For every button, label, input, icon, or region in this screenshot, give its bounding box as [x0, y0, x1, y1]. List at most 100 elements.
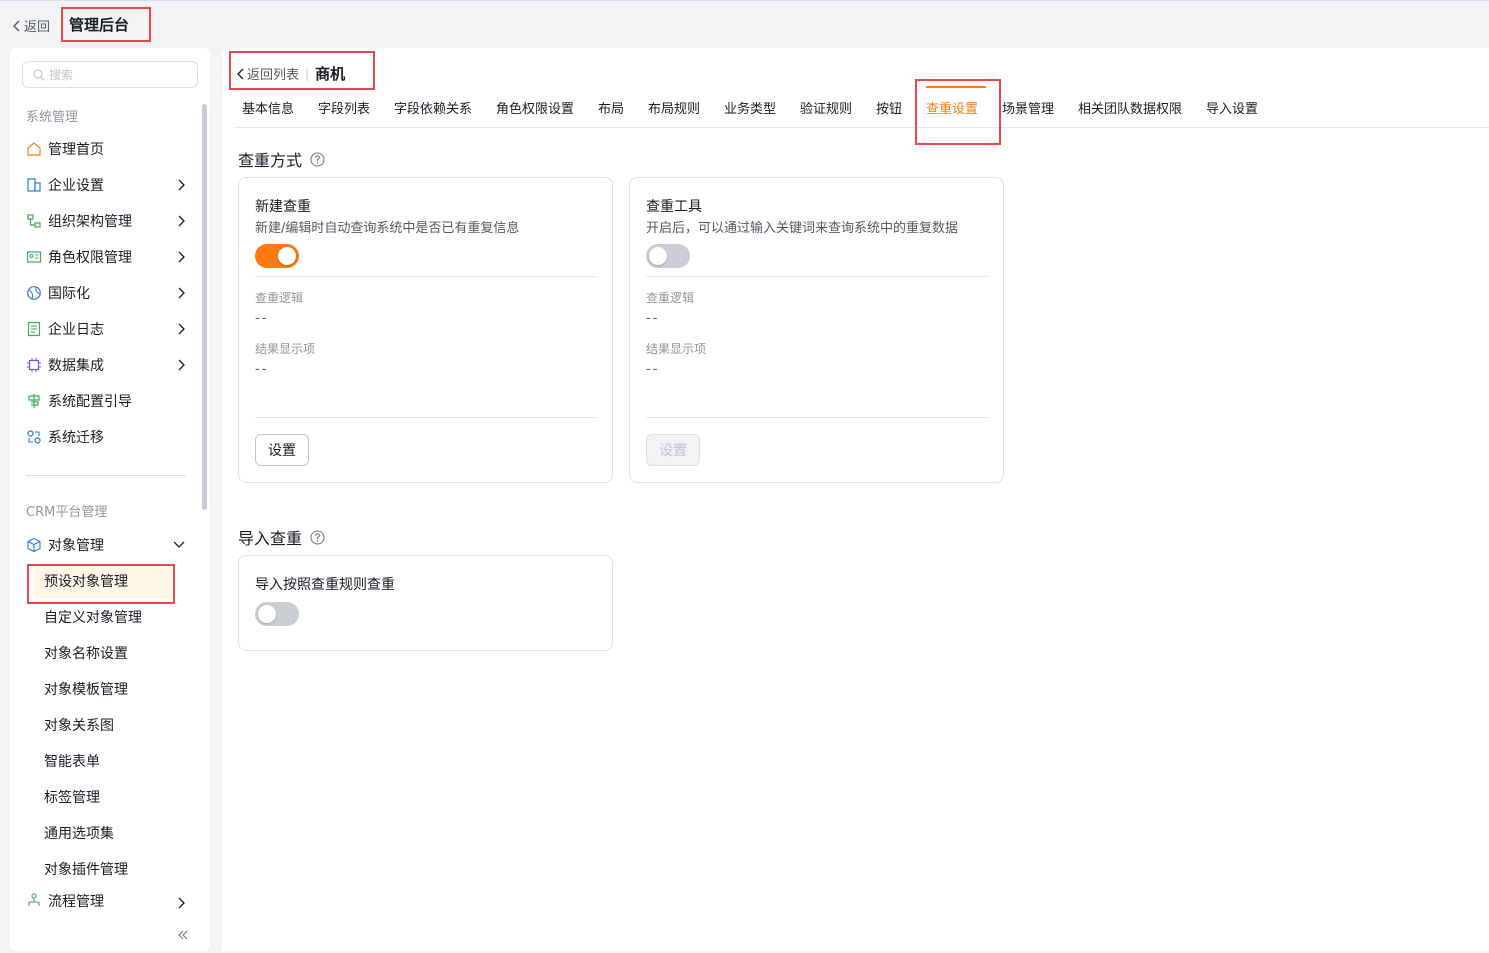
sidebar-item-label: 系统迁移 — [48, 430, 104, 446]
chevron-right-icon — [178, 287, 185, 299]
card-title: 导入按照查重规则查重 — [255, 577, 395, 593]
sidebar-item-data-integration[interactable]: 数据集成 — [26, 349, 186, 381]
sidebar-item-label: 企业日志 — [48, 322, 104, 338]
search-input[interactable]: 搜索 — [22, 61, 198, 88]
tab-buttons[interactable]: 按钮 — [876, 98, 902, 117]
logic-label: 查重逻辑 — [255, 291, 304, 305]
tab-scene-mgmt[interactable]: 场景管理 — [1002, 98, 1054, 117]
tab-layout[interactable]: 布局 — [598, 98, 624, 117]
card-title: 新建查重 — [255, 199, 311, 215]
home-icon — [26, 141, 42, 157]
logic-value: -- — [255, 311, 269, 326]
dup-check-tool-toggle[interactable] — [646, 244, 690, 268]
back-to-list-link[interactable]: 返回列表 — [247, 64, 299, 83]
tab-basic-info[interactable]: 基本信息 — [242, 98, 294, 117]
group-title-crm: CRM平台管理 — [26, 505, 108, 520]
card-divider — [646, 276, 988, 277]
logic-label: 查重逻辑 — [646, 291, 695, 305]
result-value: -- — [646, 362, 660, 377]
sidebar-item-i18n[interactable]: 国际化 — [26, 277, 186, 309]
sidebar-subitem-tags[interactable]: 标签管理 — [44, 781, 174, 813]
tab-field-dependency[interactable]: 字段依赖关系 — [394, 98, 472, 117]
chevron-down-icon — [173, 541, 185, 548]
sidebar-item-config-guide[interactable]: 系统配置引导 — [26, 385, 186, 417]
help-icon[interactable] — [310, 151, 325, 167]
card-divider — [646, 417, 988, 418]
sidebar-subitem-object-template[interactable]: 对象模板管理 — [44, 673, 174, 705]
sidebar-item-flow-mgmt[interactable]: 流程管理 — [26, 888, 186, 914]
tab-bar: 基本信息 字段列表 字段依赖关系 角色权限设置 布局 布局规则 业务类型 验证规… — [234, 88, 1489, 128]
section-title-import-dup: 导入查重 — [238, 525, 325, 549]
sidebar-subitem-plugins[interactable]: 对象插件管理 — [44, 853, 174, 885]
tab-field-list[interactable]: 字段列表 — [318, 98, 370, 117]
tab-validation-rules[interactable]: 验证规则 — [800, 98, 852, 117]
main-panel: 返回列表 | 商机 基本信息 字段列表 字段依赖关系 角色权限设置 布局 布局规… — [222, 48, 1489, 951]
card-import-dup-check: 导入按照查重规则查重 — [238, 555, 613, 651]
sidebar-scrollbar[interactable] — [202, 104, 207, 510]
toggle-knob — [258, 605, 276, 623]
card-description: 新建/编辑时自动查询系统中是否已有重复信息 — [255, 221, 520, 236]
sidebar-subitem-object-name[interactable]: 对象名称设置 — [44, 637, 174, 669]
sidebar-subitem-smart-form[interactable]: 智能表单 — [44, 745, 174, 777]
sidebar: 搜索 系统管理 管理首页 企业设置 组织架构管理 角色权限管理 国际化 企业日志… — [10, 48, 210, 951]
result-value: -- — [255, 362, 269, 377]
sidebar-subitem-custom-objects[interactable]: 自定义对象管理 — [44, 601, 174, 633]
sidebar-item-home[interactable]: 管理首页 — [26, 133, 186, 165]
new-dup-check-toggle[interactable] — [255, 244, 299, 268]
result-label: 结果显示项 — [646, 342, 707, 356]
section-title-text: 导入查重 — [238, 529, 303, 548]
sidebar-item-org[interactable]: 组织架构管理 — [26, 205, 186, 237]
tab-import-settings[interactable]: 导入设置 — [1206, 98, 1258, 117]
settings-button-disabled: 设置 — [646, 434, 700, 466]
card-description: 开启后，可以通过输入关键词来查询系统中的重复数据 — [646, 221, 959, 236]
card-dup-check-tool: 查重工具 开启后，可以通过输入关键词来查询系统中的重复数据 查重逻辑 -- 结果… — [629, 177, 1004, 483]
tab-role-permission[interactable]: 角色权限设置 — [496, 98, 574, 117]
cube-icon — [26, 537, 42, 553]
role-icon — [26, 249, 42, 265]
sidebar-subitem-option-sets[interactable]: 通用选项集 — [44, 817, 174, 849]
chevron-right-icon — [178, 251, 185, 263]
log-icon — [26, 321, 42, 337]
globe-icon — [26, 285, 42, 301]
section-title-dup-method: 查重方式 — [238, 147, 325, 171]
collapse-sidebar-icon[interactable] — [176, 928, 190, 942]
toggle-knob — [649, 247, 667, 265]
enterprise-icon — [26, 177, 42, 193]
sidebar-item-label: 流程管理 — [48, 894, 104, 910]
sidebar-item-migration[interactable]: 系统迁移 — [26, 421, 186, 453]
sidebar-subitem-object-relation[interactable]: 对象关系图 — [44, 709, 174, 741]
card-new-dup-check: 新建查重 新建/编辑时自动查询系统中是否已有重复信息 查重逻辑 -- 结果显示项… — [238, 177, 613, 483]
sidebar-subitem-preset-objects[interactable]: 预设对象管理 — [44, 565, 174, 597]
back-link[interactable]: 返回 — [12, 16, 50, 35]
sidebar-item-enterprise[interactable]: 企业设置 — [26, 169, 186, 201]
chip-icon — [26, 357, 42, 373]
flow-icon — [26, 893, 42, 909]
settings-button[interactable]: 设置 — [255, 434, 309, 466]
logic-value: -- — [646, 311, 660, 326]
chevron-right-icon — [178, 215, 185, 227]
group-title-system: 系统管理 — [26, 110, 79, 125]
card-divider — [255, 417, 597, 418]
sidebar-divider — [26, 475, 186, 476]
search-icon — [33, 68, 45, 80]
toggle-knob — [278, 247, 296, 265]
chevron-right-icon — [178, 323, 185, 335]
card-title: 查重工具 — [646, 199, 702, 215]
sidebar-item-label: 企业设置 — [48, 178, 104, 194]
migrate-icon — [26, 429, 42, 445]
sidebar-item-object-mgmt[interactable]: 对象管理 — [26, 529, 186, 561]
sidebar-item-label: 系统配置引导 — [48, 394, 132, 410]
sidebar-item-log[interactable]: 企业日志 — [26, 313, 186, 345]
import-dup-check-toggle[interactable] — [255, 602, 299, 626]
sidebar-item-role[interactable]: 角色权限管理 — [26, 241, 186, 273]
tab-layout-rules[interactable]: 布局规则 — [648, 98, 700, 117]
sidebar-item-label: 管理首页 — [48, 142, 104, 158]
active-tab-highlight — [915, 79, 1001, 145]
sidebar-item-label: 对象管理 — [48, 538, 104, 554]
breadcrumb: 返回列表 | 商机 — [236, 63, 345, 84]
top-bar: 返回 管理后台 — [0, 0, 1489, 48]
tab-team-data-permission[interactable]: 相关团队数据权限 — [1078, 98, 1182, 117]
help-icon[interactable] — [310, 529, 325, 545]
sidebar-item-label: 角色权限管理 — [48, 250, 132, 266]
tab-business-type[interactable]: 业务类型 — [724, 98, 776, 117]
